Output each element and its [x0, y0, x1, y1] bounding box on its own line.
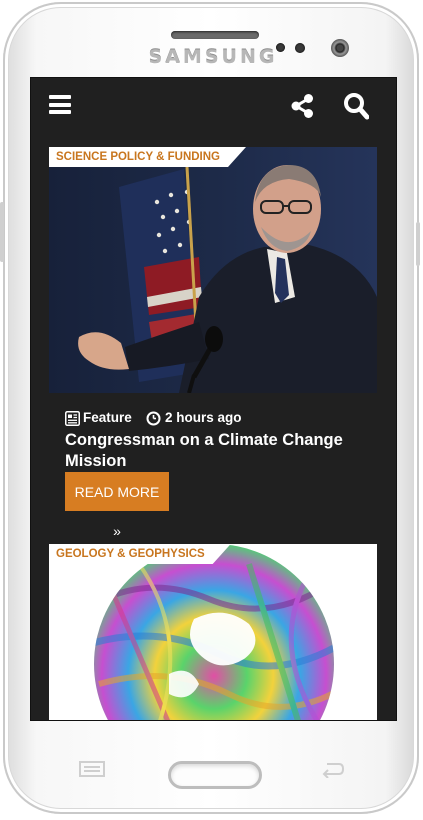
article-time-label: 2 hours ago — [165, 410, 242, 425]
category-tag[interactable]: SCIENCE POLICY & FUNDING — [49, 147, 246, 167]
article-image-congressman[interactable]: SCIENCE POLICY & FUNDING — [49, 147, 377, 393]
share-icon[interactable] — [289, 93, 315, 119]
phone-side-button — [416, 222, 420, 266]
front-camera — [331, 39, 349, 57]
light-sensor — [295, 43, 305, 53]
search-icon[interactable] — [343, 92, 370, 120]
article-type-label: Feature — [83, 410, 132, 425]
earpiece-speaker — [171, 31, 259, 39]
brand-logo: SAMSUNG — [148, 46, 278, 68]
menu-key-icon[interactable] — [79, 761, 105, 782]
home-button[interactable] — [168, 761, 262, 789]
clock-icon — [146, 411, 161, 426]
hamburger-menu-icon[interactable] — [49, 95, 71, 114]
newspaper-icon — [65, 411, 80, 426]
read-more-button[interactable]: READ MORE » — [65, 472, 169, 539]
proximity-sensor — [276, 43, 285, 52]
article-headline[interactable]: Congressman on a Climate Change Mission — [65, 430, 365, 472]
category-tag[interactable]: GEOLOGY & GEOPHYSICS — [49, 544, 231, 564]
phone-screen: SCIENCE POLICY & FUNDING Feature 2 hours… — [30, 77, 397, 721]
back-key-icon[interactable] — [319, 760, 345, 783]
article-image-geophysical-map[interactable]: GEOLOGY & GEOPHYSICS — [49, 544, 377, 720]
phone-side-button — [0, 202, 4, 262]
app-bar — [31, 78, 396, 136]
